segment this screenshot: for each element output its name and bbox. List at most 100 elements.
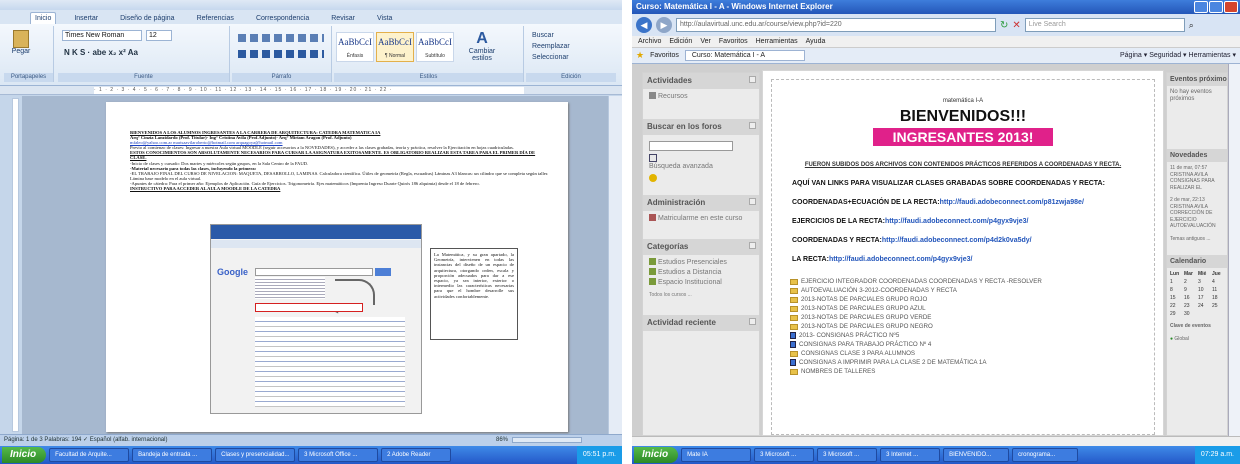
menu-ayuda[interactable]: Ayuda: [806, 36, 826, 47]
font-size-select[interactable]: 12: [146, 30, 172, 41]
start-button[interactable]: Inicio: [2, 447, 47, 463]
tab-revisar[interactable]: Revisar: [327, 13, 359, 24]
news-item[interactable]: 2 de mar, 22:13 CRISTINA AVILA CORRECCIÓ…: [1167, 194, 1227, 233]
resource-item[interactable]: 2013-NOTAS DE PARCIALES GRUPO VERDE: [790, 313, 1154, 322]
cal-day[interactable]: 22: [1170, 303, 1182, 309]
cal-day[interactable]: 17: [1198, 295, 1210, 301]
find-button[interactable]: Buscar: [532, 30, 570, 41]
cal-day[interactable]: 10: [1198, 287, 1210, 293]
tab-inicio[interactable]: Inicio: [30, 12, 57, 24]
paste-button[interactable]: Pegar: [10, 30, 32, 55]
browser-tab[interactable]: Curso: Matemática I - A: [684, 50, 805, 61]
cal-day[interactable]: 1: [1170, 279, 1182, 285]
cal-day[interactable]: 8: [1170, 287, 1182, 293]
change-styles-button[interactable]: A Cambiar estilos: [462, 30, 502, 62]
video-link[interactable]: http://faudi.adobeconnect.com/p4gyx9vje3…: [885, 218, 1029, 225]
taskbar-item[interactable]: BIENVENIDO...: [943, 448, 1010, 462]
resource-item[interactable]: 2013-NOTAS DE PARCIALES GRUPO ROJO: [790, 295, 1154, 304]
start-button[interactable]: Inicio: [634, 447, 679, 463]
video-link[interactable]: http://faudi.adobeconnect.com/p81zwja98e…: [940, 199, 1084, 206]
cal-day[interactable]: 23: [1184, 303, 1196, 309]
minimize-icon[interactable]: [1194, 1, 1208, 13]
cal-day[interactable]: 24: [1198, 303, 1210, 309]
taskbar-item[interactable]: Bandeja de entrada ...: [132, 448, 213, 462]
taskbar-item[interactable]: 3 Microsoft ...: [817, 448, 878, 462]
style-normal[interactable]: AaBbCcI ¶ Normal: [376, 32, 414, 62]
collapse-icon[interactable]: [749, 242, 756, 249]
resource-item[interactable]: 2013-NOTAS DE PARCIALES GRUPO AZUL: [790, 304, 1154, 313]
replace-button[interactable]: Reemplazar: [532, 41, 570, 52]
paragraph-buttons-icon[interactable]: [238, 50, 324, 58]
close-icon[interactable]: [1224, 1, 1238, 13]
embedded-screenshot[interactable]: Google ◀: [210, 224, 422, 414]
video-link[interactable]: http://faudi.adobeconnect.com/p4gyx9vje3…: [829, 256, 973, 263]
cal-day[interactable]: 30: [1184, 311, 1196, 317]
taskbar-item[interactable]: 3 Microsoft Office ...: [298, 448, 379, 462]
collapse-icon[interactable]: [749, 318, 756, 325]
forum-search-input[interactable]: [649, 141, 733, 151]
taskbar-item[interactable]: 3 Microsoft ...: [754, 448, 815, 462]
menu-archivo[interactable]: Archivo: [638, 36, 661, 47]
search-icon[interactable]: ⌕: [1189, 20, 1194, 31]
link-todos-cursos[interactable]: Todos los cursos ...: [649, 290, 753, 300]
cal-day[interactable]: 4: [1212, 279, 1224, 285]
ie-vertical-scrollbar[interactable]: [1228, 64, 1240, 436]
cal-day[interactable]: 11: [1212, 287, 1224, 293]
vertical-ruler[interactable]: [12, 98, 19, 432]
refresh-icon[interactable]: ↻: [1000, 20, 1008, 31]
resource-item[interactable]: NOMBRES DE TALLERES: [790, 367, 1154, 376]
cal-day[interactable]: [1198, 311, 1210, 317]
resource-item[interactable]: 2013-NOTAS DE PARCIALES GRUPO NEGRO: [790, 322, 1154, 331]
resource-item[interactable]: CONSIGNAS CLASE 3 PARA ALUMNOS: [790, 349, 1154, 358]
cal-day[interactable]: 3: [1198, 279, 1210, 285]
collapse-icon[interactable]: [749, 198, 756, 205]
tab-correspondencia[interactable]: Correspondencia: [252, 13, 313, 24]
link-matricularme[interactable]: Matricularme en este curso: [658, 215, 742, 222]
menu-ver[interactable]: Ver: [700, 36, 711, 47]
format-buttons[interactable]: N K S · abe x₂ x² Aa: [64, 48, 138, 57]
cal-day[interactable]: 18: [1212, 295, 1224, 301]
menu-herramientas[interactable]: Herramientas: [756, 36, 798, 47]
link-recursos[interactable]: Recursos: [658, 93, 688, 100]
back-icon[interactable]: ◀: [636, 17, 652, 33]
news-older-link[interactable]: Temas antiguos ...: [1167, 233, 1227, 246]
taskbar-item[interactable]: Facultad de Arquite...: [49, 448, 130, 462]
category-item[interactable]: Espacio Institucional: [658, 279, 722, 286]
link-busqueda-avanzada[interactable]: Búsqueda avanzada: [649, 163, 713, 170]
cal-day[interactable]: 16: [1184, 295, 1196, 301]
news-item[interactable]: 11 de mar, 07:57 CRISTINA AVILA CONSIGNA…: [1167, 162, 1227, 194]
zoom-level[interactable]: 86%: [496, 435, 508, 446]
tab-vista[interactable]: Vista: [373, 13, 396, 24]
cal-day[interactable]: 9: [1184, 287, 1196, 293]
help-icon[interactable]: [649, 174, 657, 182]
horizontal-ruler[interactable]: · 1 · 2 · 3 · 4 · 5 · 6 · 7 · 8 · 9 · 10…: [0, 86, 622, 95]
menu-edicion[interactable]: Edición: [669, 36, 692, 47]
style-emphasis[interactable]: AaBbCcI Énfasis: [336, 32, 374, 62]
maximize-icon[interactable]: [1209, 1, 1223, 13]
tab-insertar[interactable]: Insertar: [70, 13, 102, 24]
taskbar-item[interactable]: Clases y presencialidad...: [215, 448, 296, 462]
tab-referencias[interactable]: Referencias: [193, 13, 238, 24]
taskbar-item[interactable]: cronograma...: [1012, 448, 1079, 462]
star-icon[interactable]: ★: [636, 50, 644, 61]
font-name-select[interactable]: Times New Roman: [62, 30, 142, 41]
taskbar-item[interactable]: 2 Adobe Reader: [381, 448, 452, 462]
collapse-icon[interactable]: [749, 76, 756, 83]
command-bar[interactable]: Página ▾ Seguridad ▾ Herramientas ▾: [1120, 51, 1236, 59]
resource-item[interactable]: AUTOEVALUACIÓN 3-2012-COORDENADAS Y RECT…: [790, 286, 1154, 295]
vertical-scrollbar[interactable]: [608, 96, 622, 434]
favorites-button[interactable]: Favoritos: [650, 52, 679, 59]
taskbar-item[interactable]: Mate IA: [681, 448, 752, 462]
cal-day[interactable]: [1212, 311, 1224, 317]
document-page[interactable]: BIENVENIDOS A LOS ALUMNOS INGRESANTES A …: [106, 102, 568, 432]
video-link[interactable]: http://faudi.adobeconnect.com/p4d2k0va5d…: [882, 237, 1032, 244]
style-subtitle[interactable]: AaBbCcI Subtítulo: [416, 32, 454, 62]
category-item[interactable]: Estudios a Distancia: [658, 269, 721, 276]
category-item[interactable]: Estudios Presenciales: [658, 259, 727, 266]
resource-item[interactable]: EJERCICIO INTEGRADOR COORDENADAS COORDEN…: [790, 277, 1154, 286]
cal-day[interactable]: 25: [1212, 303, 1224, 309]
cal-day[interactable]: 15: [1170, 295, 1182, 301]
stop-icon[interactable]: ✕: [1012, 20, 1020, 31]
select-button[interactable]: Seleccionar: [532, 52, 570, 63]
align-buttons-icon[interactable]: [238, 34, 324, 42]
